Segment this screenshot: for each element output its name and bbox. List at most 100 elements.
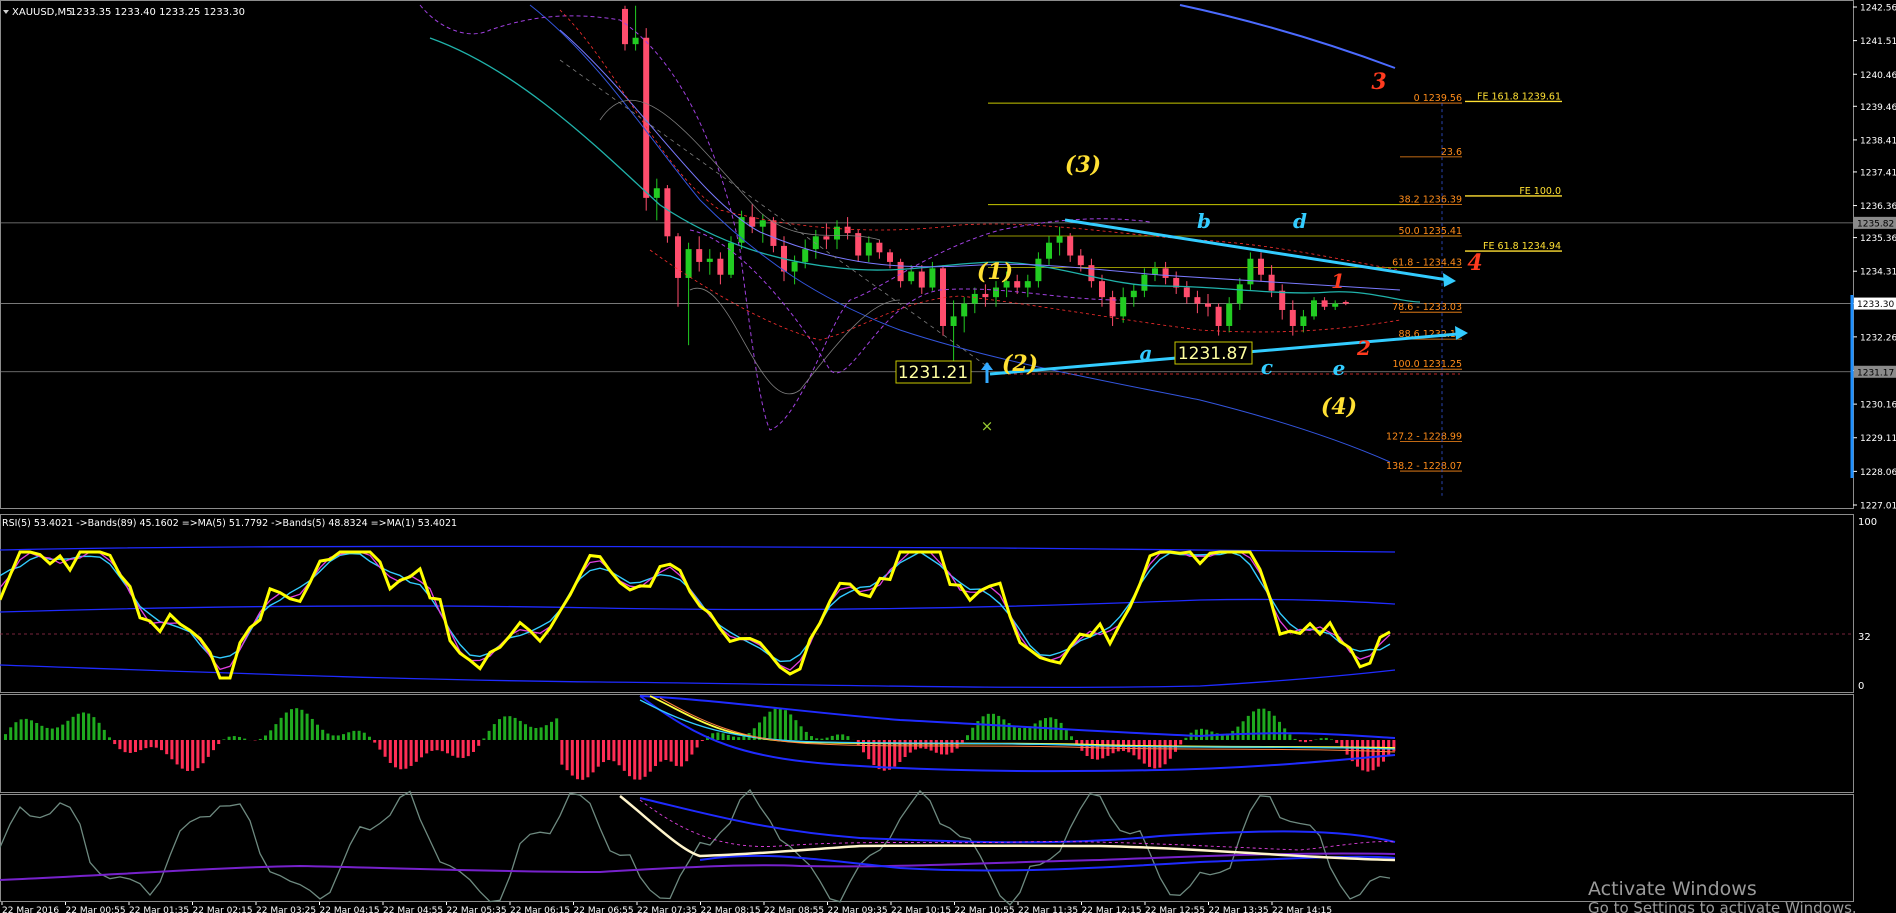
histogram-bar <box>1278 721 1281 740</box>
histogram-bar <box>430 740 434 751</box>
fib-level-label: 138.2 - 1228.07 <box>1386 461 1462 472</box>
wave-label: 1 <box>1331 269 1345 293</box>
time-label: 22 Mar 00:55 <box>66 906 126 913</box>
symbol-label: XAUUSD,M5 <box>12 7 73 18</box>
histogram-bar <box>290 709 293 740</box>
histogram-bar <box>1231 730 1235 740</box>
histogram-bar <box>1366 740 1370 772</box>
candle-body <box>971 293 978 304</box>
candle-body <box>1226 303 1233 326</box>
histogram-bar <box>487 730 491 740</box>
histogram-bar <box>1293 738 1297 740</box>
histogram-bar <box>238 736 241 740</box>
histogram-bar <box>1012 726 1016 740</box>
histogram-bar <box>1179 740 1183 745</box>
wave-label: (4) <box>1321 394 1357 420</box>
fe-label: FE 100.0 <box>1519 186 1561 197</box>
histogram-bar <box>1324 737 1328 740</box>
time-label: 22 Mar 04:15 <box>320 906 380 913</box>
rsi-scale: 0 <box>1858 681 1864 692</box>
histogram-bar <box>1298 740 1302 742</box>
histogram-bar <box>763 716 767 740</box>
candle-body <box>664 188 671 237</box>
candle-body <box>908 271 915 282</box>
histogram-bar <box>981 716 985 740</box>
histogram-bar <box>232 736 236 740</box>
rsi-scale: 32 <box>1858 632 1871 643</box>
histogram-bar <box>284 712 288 740</box>
histogram-bar <box>295 708 299 740</box>
histogram-bar <box>1241 721 1245 740</box>
candle-body <box>876 242 883 253</box>
histogram-bar <box>586 740 590 778</box>
price-tick-label: 1235.36 <box>1860 234 1896 244</box>
histogram-bar <box>378 740 382 750</box>
candle-body <box>823 236 830 240</box>
time-label: 22 Mar 14:15 <box>1272 906 1332 913</box>
fib-level-label: 0 1239.56 <box>1414 93 1462 104</box>
histogram-bar <box>435 740 439 751</box>
fib-level-label: 38.2 1236.39 <box>1399 195 1462 206</box>
histogram-bar <box>591 740 595 773</box>
histogram-bar <box>737 737 741 740</box>
wave-label: (1) <box>977 259 1013 285</box>
histogram-bar <box>648 740 652 772</box>
candle-body <box>1141 274 1148 291</box>
histogram-bar <box>659 740 663 762</box>
histogram-bar <box>1272 715 1276 740</box>
price-tag-label: 1231.17 <box>1857 368 1894 378</box>
histogram-bar <box>929 740 933 751</box>
histogram-bar <box>1319 738 1323 740</box>
histogram-bar <box>331 735 335 740</box>
histogram-bar <box>76 713 80 740</box>
price-tick-label: 1239.46 <box>1860 103 1896 113</box>
candle-body <box>887 252 893 262</box>
histogram-bar <box>654 740 657 767</box>
candle-body <box>1289 309 1296 326</box>
price-tag-label: 1233.30 <box>1857 300 1894 310</box>
histogram-bar <box>258 738 262 740</box>
candle-body <box>1077 255 1084 266</box>
histogram-bar <box>196 740 200 769</box>
histogram-bar <box>113 740 117 745</box>
histogram-bar <box>243 738 247 740</box>
histogram-bar <box>1252 711 1255 740</box>
candle-body <box>1014 281 1021 288</box>
histogram-bar <box>596 740 600 767</box>
histogram-bar <box>222 739 226 740</box>
candle-body <box>812 236 819 250</box>
histogram-bar <box>1075 740 1079 744</box>
time-label: 22 Mar 10:15 <box>891 906 951 913</box>
histogram-bar <box>877 740 881 770</box>
histogram-bar <box>638 740 642 780</box>
time-label: 22 Mar 11:35 <box>1018 906 1078 913</box>
time-label: 22 Mar 2016 <box>2 906 59 913</box>
histogram-bar <box>534 727 538 740</box>
time-label: 22 Mar 08:55 <box>764 906 824 913</box>
candle-body <box>1311 300 1317 317</box>
histogram-bar <box>165 740 169 755</box>
histogram-bar <box>191 740 195 771</box>
trading-chart: XAUUSD,M5 1233.35 1233.40 1233.25 1233.3… <box>0 0 1896 913</box>
price-tick-label: 1238.41 <box>1860 136 1896 146</box>
histogram-bar <box>1288 734 1292 740</box>
candle-body <box>1162 268 1169 278</box>
histogram-bar <box>1163 740 1167 765</box>
time-label: 22 Mar 10:55 <box>955 906 1015 913</box>
svg-text:×: × <box>981 417 994 435</box>
histogram-bar <box>810 736 813 740</box>
histogram-bar <box>414 740 418 762</box>
histogram-bar <box>888 740 891 770</box>
histogram-bar <box>846 736 850 740</box>
time-label: 22 Mar 12:15 <box>1082 906 1142 913</box>
candle-body <box>653 188 660 198</box>
candle-body <box>622 8 628 45</box>
candle-body <box>770 220 777 246</box>
wave-label: 3 <box>1371 69 1386 95</box>
price-tick-label: 1242.56 <box>1860 4 1896 14</box>
time-label: 22 Mar 06:15 <box>510 906 570 913</box>
histogram-bar <box>986 713 990 740</box>
candle-body <box>865 242 872 256</box>
candle-body <box>961 303 968 317</box>
histogram-bar <box>1028 726 1032 740</box>
